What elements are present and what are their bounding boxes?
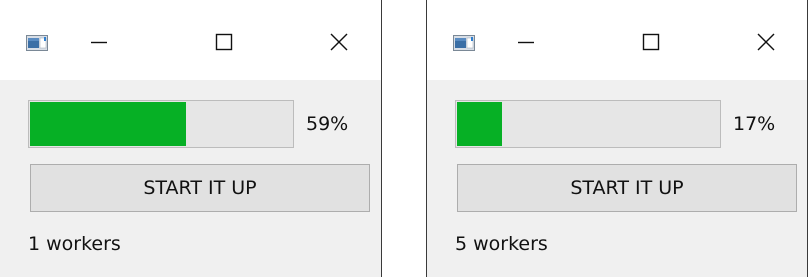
close-icon (329, 32, 349, 56)
app-window-icon (453, 35, 475, 51)
progress-bar (455, 100, 721, 148)
progress-row: 17% (455, 100, 797, 148)
minimize-icon (516, 32, 536, 56)
progress-percent: 59% (306, 113, 349, 135)
workers-status: 5 workers (455, 233, 548, 255)
app-window-2: 17% START IT UP 5 workers (426, 0, 808, 277)
title-bar[interactable] (0, 0, 381, 80)
progress-row: 59% (28, 100, 371, 148)
close-button[interactable] (322, 27, 356, 61)
minimize-button[interactable] (82, 27, 116, 61)
minimize-button[interactable] (509, 27, 543, 61)
screenshot-stage: 59% START IT UP 1 workers 17% START IT U… (0, 0, 808, 277)
close-icon (756, 32, 776, 56)
title-bar[interactable] (427, 0, 807, 80)
start-it-up-button[interactable]: START IT UP (457, 164, 797, 212)
minimize-icon (89, 32, 109, 56)
progress-fill (457, 102, 502, 146)
app-window-icon (26, 35, 48, 51)
progress-bar (28, 100, 294, 148)
progress-percent: 17% (733, 113, 776, 135)
maximize-button[interactable] (207, 27, 241, 61)
workers-status: 1 workers (28, 233, 121, 255)
start-it-up-button[interactable]: START IT UP (30, 164, 370, 212)
app-window-1: 59% START IT UP 1 workers (0, 0, 382, 277)
progress-fill (30, 102, 186, 146)
maximize-button[interactable] (634, 27, 668, 61)
maximize-icon (641, 32, 661, 56)
close-button[interactable] (749, 27, 783, 61)
maximize-icon (214, 32, 234, 56)
